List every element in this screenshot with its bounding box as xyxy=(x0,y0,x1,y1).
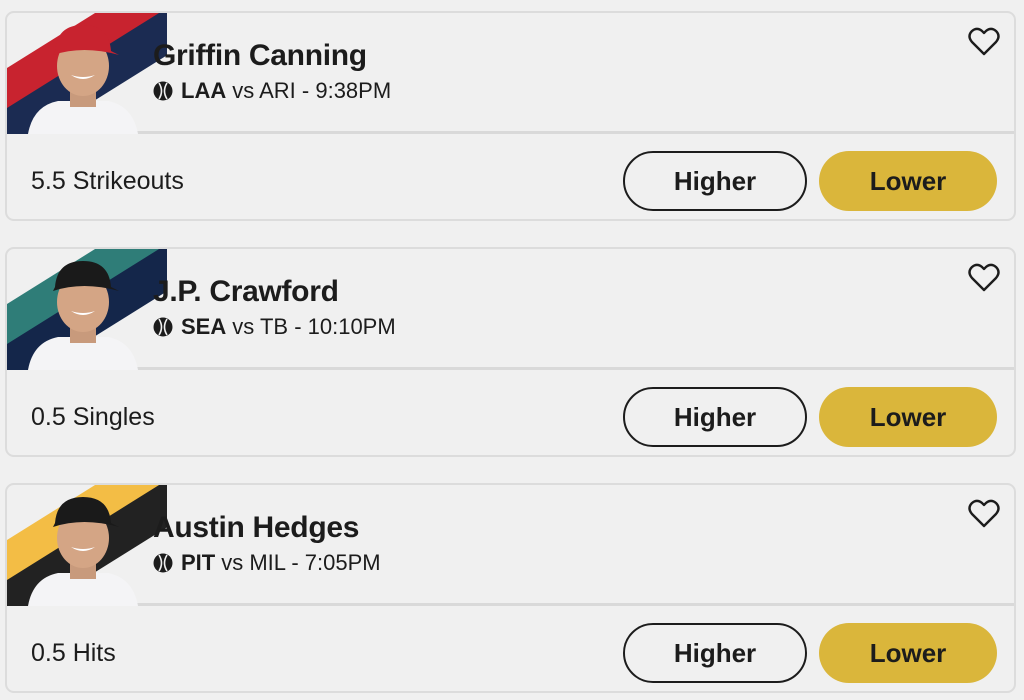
player-name[interactable]: Austin Hedges xyxy=(153,511,359,545)
higher-button[interactable]: Higher xyxy=(623,387,807,447)
opponent-time: vs ARI - 9:38PM xyxy=(232,78,392,103)
heart-outline-icon[interactable] xyxy=(968,27,1000,57)
player-photo xyxy=(28,261,138,370)
team-abbr: SEA xyxy=(181,314,227,339)
player-name[interactable]: Griffin Canning xyxy=(153,39,367,73)
stat-line: 5.5 Strikeouts xyxy=(31,167,184,195)
higher-button[interactable]: Higher xyxy=(623,623,807,683)
lower-button[interactable]: Lower xyxy=(819,387,997,447)
player-header: Griffin Canning LAA vs ARI - 9:38PM xyxy=(7,13,1014,134)
player-name[interactable]: J.P. Crawford xyxy=(153,275,339,309)
player-header: Austin Hedges PIT vs MIL - 7:05PM xyxy=(7,485,1014,606)
stat-line: 0.5 Hits xyxy=(31,639,116,667)
heart-outline-icon[interactable] xyxy=(968,263,1000,293)
stat-line: 0.5 Singles xyxy=(31,403,155,431)
projection-card: Austin Hedges PIT vs MIL - 7:05PM 0.5 Hi… xyxy=(5,483,1016,693)
projection-card: J.P. Crawford SEA vs TB - 10:10PM 0.5 Si… xyxy=(5,247,1016,457)
game-info: LAA vs ARI - 9:38PM xyxy=(153,78,391,104)
team-abbr: LAA xyxy=(181,78,227,103)
heart-outline-icon[interactable] xyxy=(968,499,1000,529)
projection-row: 0.5 Hits Higher Lower xyxy=(7,609,1014,691)
opponent-time: vs MIL - 7:05PM xyxy=(221,550,381,575)
baseball-icon xyxy=(153,317,173,337)
lower-button[interactable]: Lower xyxy=(819,151,997,211)
projection-row: 5.5 Strikeouts Higher Lower xyxy=(7,137,1014,219)
baseball-icon xyxy=(153,81,173,101)
projection-card: Griffin Canning LAA vs ARI - 9:38PM 5.5 … xyxy=(5,11,1016,221)
higher-button[interactable]: Higher xyxy=(623,151,807,211)
baseball-icon xyxy=(153,553,173,573)
projection-row: 0.5 Singles Higher Lower xyxy=(7,373,1014,455)
opponent-time: vs TB - 10:10PM xyxy=(232,314,396,339)
lower-button[interactable]: Lower xyxy=(819,623,997,683)
team-abbr: PIT xyxy=(181,550,216,575)
player-photo xyxy=(28,25,138,134)
player-header: J.P. Crawford SEA vs TB - 10:10PM xyxy=(7,249,1014,370)
game-info: PIT vs MIL - 7:05PM xyxy=(153,550,381,576)
game-info: SEA vs TB - 10:10PM xyxy=(153,314,396,340)
player-photo xyxy=(28,497,138,606)
